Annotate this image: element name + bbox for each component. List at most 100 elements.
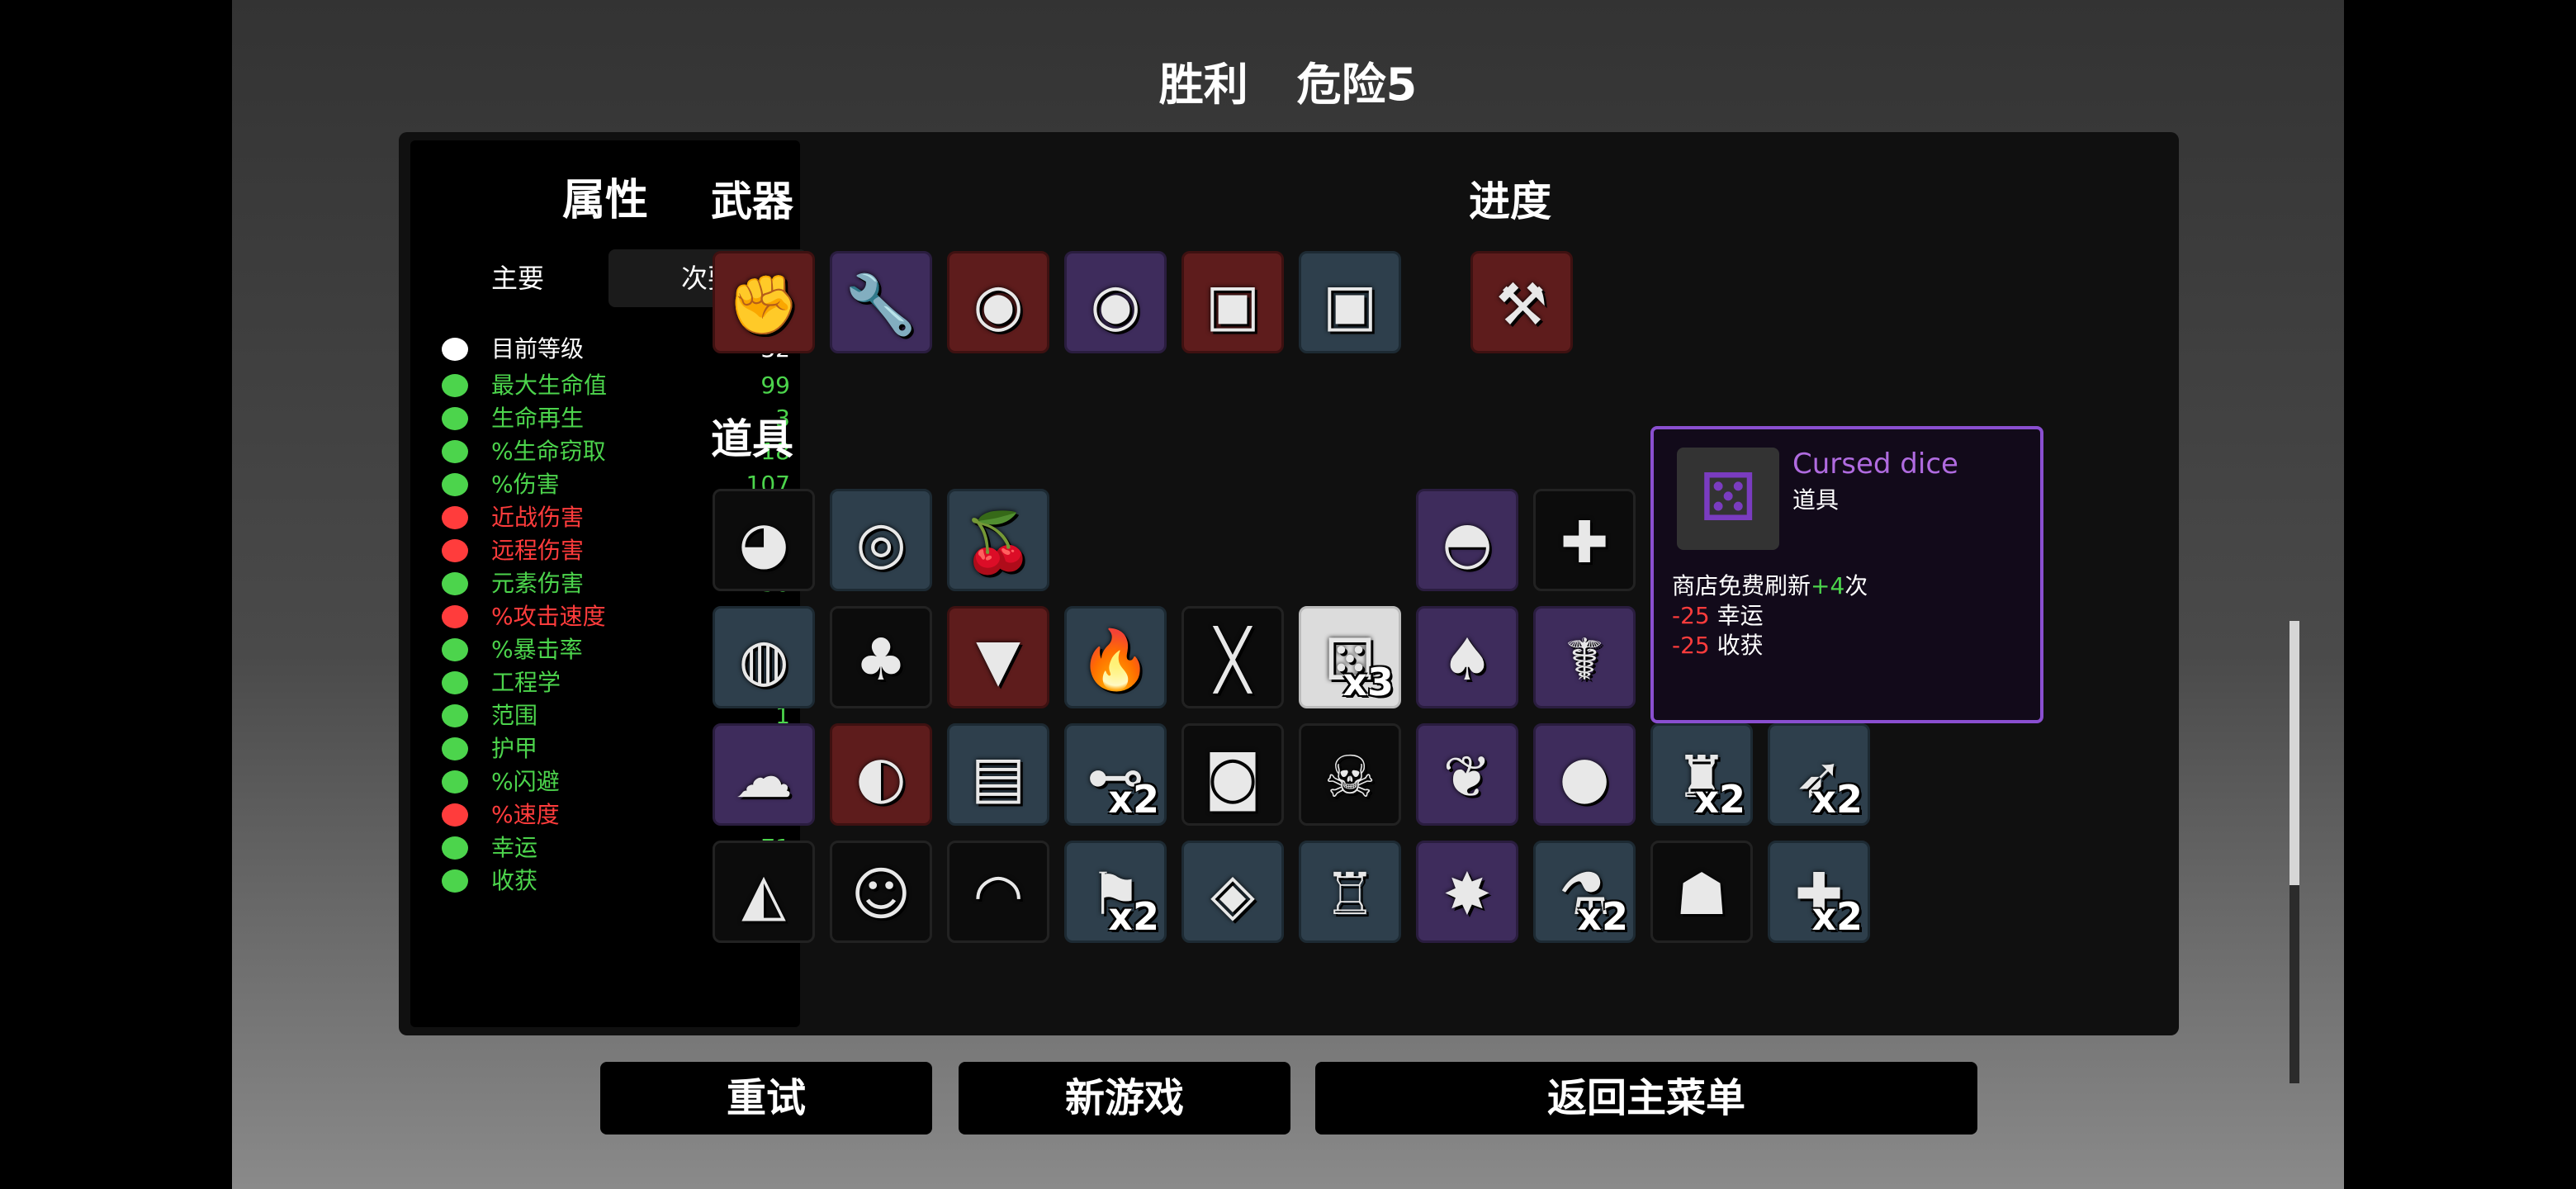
item-slot[interactable]: ◭ [713, 841, 815, 943]
item-slot[interactable]: ◈ [1181, 841, 1284, 943]
robot-head-icon: ◍ [738, 626, 789, 694]
egg-with-glasses-icon: ◕ [738, 509, 789, 576]
ring-icon: ◎ [855, 509, 907, 576]
item-tooltip: ⚄ Cursed dice 道具 商店免费刷新+4次 -25 幸运 -25 收获 [1650, 426, 2043, 723]
knight-helmet-icon: ◙ [1205, 743, 1261, 811]
item-slot[interactable]: ◎ [830, 489, 932, 591]
item-slot[interactable]: ╳ [1181, 606, 1284, 708]
item-slot[interactable]: ☺ [830, 841, 932, 943]
stat-label: 收获 [491, 867, 538, 894]
stat-label: 生命再生 [491, 405, 585, 432]
cursed-dice-icon: ⚄ [1677, 448, 1779, 550]
treasure-chest-icon: ✸ [1442, 860, 1492, 928]
main-menu-button[interactable]: 返回主菜单 [1315, 1062, 1977, 1135]
tooltip-line-luck: -25 幸运 [1672, 602, 1764, 629]
fang-icon [442, 440, 468, 463]
item-slot[interactable]: ☁ [713, 723, 815, 826]
range-icon [442, 704, 468, 727]
item-slot[interactable]: ☠ [1299, 723, 1401, 826]
item-quantity: x2 [1108, 894, 1159, 939]
item-slot[interactable]: ◙ [1181, 723, 1284, 826]
tooltip-item-type: 道具 [1792, 486, 1840, 514]
item-slot[interactable]: ➶ x2 [1768, 723, 1870, 826]
item-slot[interactable]: ⚑ x2 [1064, 841, 1167, 943]
fist-weapon-icon: ✊ [727, 271, 800, 339]
spellbook-icon: ▣ [1205, 271, 1261, 339]
item-slot[interactable]: ♜ x2 [1650, 723, 1753, 826]
game-screen: 胜利 危险5 属性 主要 次要 目前等级32最大生命值99生命再生3%生命窃取1… [232, 0, 2344, 1189]
item-quantity: x2 [1811, 777, 1863, 822]
item-slot[interactable]: 🔧 [830, 251, 932, 353]
item-slot[interactable]: ☤ [1533, 606, 1636, 708]
item-slot[interactable]: ◐ [830, 723, 932, 826]
item-slot[interactable]: ◉ [947, 251, 1049, 353]
tooltip-line-reroll: 商店免费刷新+4次 [1672, 572, 1868, 599]
tardigrade-icon: ☁ [735, 743, 793, 811]
item-quantity: x3 [1342, 660, 1394, 704]
item-slot[interactable]: ⚒ [1470, 251, 1573, 353]
rocket-mask-icon: ◐ [855, 743, 907, 811]
item-slot[interactable]: ▼ [947, 606, 1049, 708]
leaf-icon: ❦ [1442, 743, 1492, 811]
item-quantity: x2 [1694, 777, 1745, 822]
item-slot[interactable]: ◠ [947, 841, 1049, 943]
item-slot[interactable]: ◍ [713, 606, 815, 708]
dice-icon [442, 836, 468, 860]
retry-button[interactable]: 重试 [600, 1062, 932, 1135]
item-slot[interactable]: ♣ [830, 606, 932, 708]
results-panel: 属性 主要 次要 目前等级32最大生命值99生命再生3%生命窃取18%伤害107… [399, 132, 2299, 1083]
item-slot[interactable]: 🍒 [947, 489, 1049, 591]
item-slot[interactable]: ☗ [1650, 841, 1753, 943]
items-scrollbar[interactable] [2290, 621, 2299, 1083]
stat-label: %暴击率 [491, 636, 583, 663]
stat-label: 近战伤害 [491, 504, 585, 531]
item-slot[interactable]: ✸ [1416, 841, 1518, 943]
item-slot[interactable]: ♖ [1299, 841, 1401, 943]
tooltip-description: 商店免费刷新+4次 -25 幸运 -25 收获 [1672, 571, 1868, 661]
weapons-title: 武器 [711, 178, 793, 225]
stat-label: 元素伤害 [491, 570, 585, 597]
campfire-icon: 🔥 [1079, 626, 1152, 694]
difficulty-label: 危险5 [1296, 59, 1418, 111]
scrollbar-thumb[interactable] [2290, 621, 2299, 885]
hourglass-icon [442, 605, 468, 628]
item-slot[interactable]: ⚄ x3 [1299, 606, 1401, 708]
item-slot[interactable]: ⚗ x2 [1533, 841, 1636, 943]
stat-label: %攻击速度 [491, 603, 606, 630]
item-slot[interactable]: ● [1533, 723, 1636, 826]
stat-row[interactable]: 最大生命值 99 [442, 370, 790, 401]
tooltip-line-harvest: -25 收获 [1672, 632, 1764, 659]
items-title: 道具 [711, 415, 793, 463]
item-slot[interactable]: ▣ [1181, 251, 1284, 353]
item-slot[interactable]: ◉ [1064, 251, 1167, 353]
item-slot[interactable]: ✚ x2 [1768, 841, 1870, 943]
run-result-header: 胜利 危险5 [232, 48, 2344, 113]
item-slot[interactable]: ✚ [1533, 489, 1636, 591]
item-slot[interactable]: 🔥 [1064, 606, 1167, 708]
stat-label: 护甲 [491, 735, 538, 762]
dodge-icon [442, 770, 468, 793]
new-game-button[interactable]: 新游戏 [959, 1062, 1290, 1135]
item-quantity: x2 [1577, 894, 1628, 939]
stat-label: %闪避 [491, 768, 560, 795]
monkey-icon: ☺ [850, 860, 912, 928]
item-slot[interactable]: ▣ [1299, 251, 1401, 353]
item-slot[interactable]: ❦ [1416, 723, 1518, 826]
item-slot[interactable]: ✊ [713, 251, 815, 353]
item-slot[interactable]: ◓ [1416, 489, 1518, 591]
stat-value: 99 [760, 372, 790, 399]
crit-icon [442, 638, 468, 661]
stat-label: 幸运 [491, 834, 538, 861]
hat-icon: ◓ [1442, 509, 1493, 576]
wrench-weapon-icon: 🔧 [845, 271, 917, 339]
item-quantity: x2 [1811, 894, 1863, 939]
stat-label: 最大生命值 [491, 372, 608, 399]
item-slot[interactable]: ◕ [713, 489, 815, 591]
stat-label: 远程伤害 [491, 537, 585, 564]
item-slot[interactable]: ▤ [947, 723, 1049, 826]
item-slot[interactable]: ⊷ x2 [1064, 723, 1167, 826]
tab-primary-stats[interactable]: 主要 [419, 249, 617, 307]
heart-icon [442, 374, 468, 397]
stat-label: 工程学 [491, 669, 561, 696]
item-slot[interactable]: ♠ [1416, 606, 1518, 708]
